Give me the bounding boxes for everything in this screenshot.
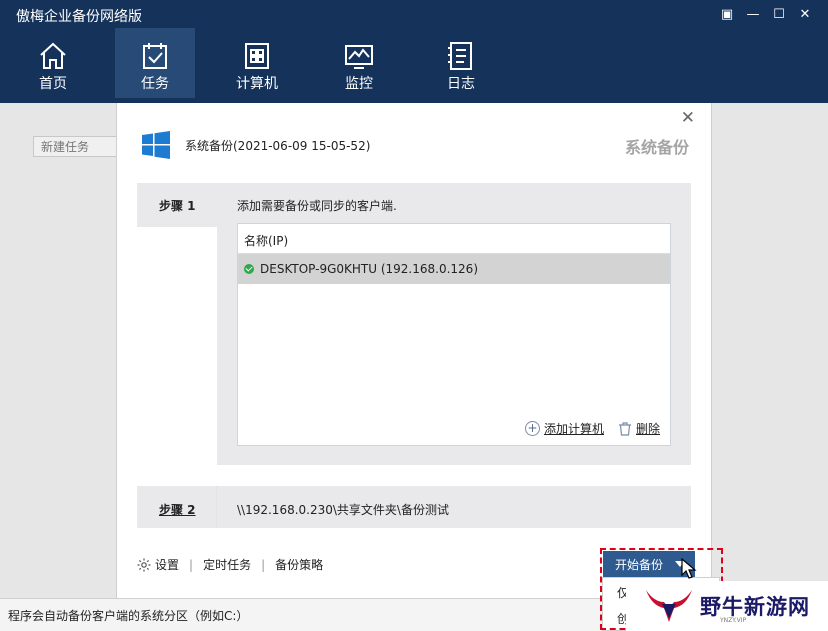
nav-item-monitor[interactable]: 监控 <box>319 28 399 98</box>
nav-label: 日志 <box>447 76 475 92</box>
list-header: 名称(IP) <box>238 224 670 254</box>
list-actions: + 添加计算机 删除 <box>524 420 660 437</box>
client-name: DESKTOP-9G0KHTU (192.168.0.126) <box>260 262 478 276</box>
close-icon[interactable]: ✕ <box>792 4 818 24</box>
add-computer-link[interactable]: 添加计算机 <box>544 420 604 437</box>
step1-left-gap <box>137 227 217 465</box>
step1-panel: 步骤 1 添加需要备份或同步的客户端. 名称(IP) DESKTOP-9G0KH… <box>137 183 691 465</box>
destination-path: \\192.168.0.230\共享文件夹\备份测试 <box>237 503 449 517</box>
nav-label: 首页 <box>39 76 67 92</box>
trash-icon <box>618 421 631 436</box>
main-nav: 首页 任务 计算机 监控 日志 <box>0 28 523 98</box>
watermark-sub: YNZY.VIP <box>720 617 747 624</box>
step2-panel[interactable]: 步骤 2 \\192.168.0.230\共享文件夹\备份测试 <box>137 486 691 528</box>
windows-logo-icon <box>142 131 170 159</box>
minimize-icon[interactable]: — <box>740 4 766 24</box>
app-title: 傲梅企业备份网络版 <box>16 9 142 25</box>
window-controls: ▣ — ☐ ✕ <box>714 4 818 24</box>
nav-item-home[interactable]: 首页 <box>13 28 93 98</box>
step1-label: 步骤 1 <box>159 199 196 213</box>
dialog-title: 系统备份 <box>624 138 689 157</box>
nav-label: 计算机 <box>236 76 278 92</box>
watermark-text: 野牛新游网 <box>700 595 810 619</box>
list-item[interactable]: DESKTOP-9G0KHTU (192.168.0.126) <box>238 254 670 284</box>
nav-item-computer[interactable]: 计算机 <box>217 28 297 98</box>
task-icon <box>143 43 167 69</box>
bull-logo-icon <box>646 590 692 622</box>
add-icon: + <box>524 421 540 436</box>
dialog-subtitle: 系统备份(2021-06-09 15-05-52) <box>185 139 371 153</box>
title-bar: 傲梅企业备份网络版 ▣ — ☐ ✕ 首页 任务 计算机 监控 日志 <box>0 0 828 103</box>
dialog-close-icon[interactable]: ✕ <box>681 108 695 128</box>
settings-link[interactable]: 设置 <box>155 556 179 573</box>
schedule-link[interactable]: 定时任务 <box>203 556 251 573</box>
watermark: 野牛新游网 YNZY.VIP <box>626 581 828 631</box>
home-icon <box>40 42 66 69</box>
delete-link[interactable]: 删除 <box>636 420 660 437</box>
client-list: 名称(IP) DESKTOP-9G0KHTU (192.168.0.126) +… <box>237 223 671 446</box>
step2-label[interactable]: 步骤 2 <box>159 501 196 518</box>
new-task-input[interactable] <box>33 136 119 157</box>
mouse-cursor-icon <box>681 558 697 579</box>
backup-dialog: ✕ 系统备份(2021-06-09 15-05-52) 系统备份 步骤 1 添加… <box>116 103 712 598</box>
maximize-icon[interactable]: ☐ <box>766 4 792 24</box>
step1-description: 添加需要备份或同步的客户端. <box>237 199 397 213</box>
log-icon <box>448 42 472 70</box>
nav-item-log[interactable]: 日志 <box>421 28 501 98</box>
gear-icon <box>137 558 151 571</box>
restore-icon[interactable]: ▣ <box>714 4 740 24</box>
dialog-footer: 设置 | 定时任务 | 备份策略 <box>137 556 323 573</box>
computer-icon <box>245 43 269 69</box>
strategy-link[interactable]: 备份策略 <box>275 556 323 573</box>
nav-label: 监控 <box>345 76 373 92</box>
nav-label: 任务 <box>141 76 169 92</box>
online-check-icon <box>244 264 254 274</box>
nav-item-task[interactable]: 任务 <box>115 28 195 98</box>
monitor-icon <box>345 45 373 69</box>
